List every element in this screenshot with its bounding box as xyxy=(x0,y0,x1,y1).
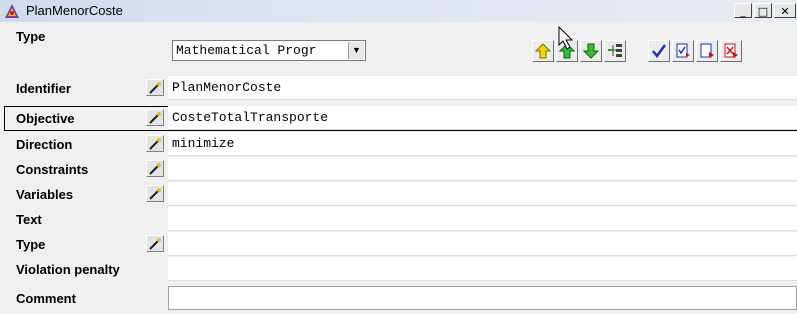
magic-wand-icon xyxy=(149,163,161,175)
window-title: PlanMenorCoste xyxy=(26,3,123,18)
cancel-document-icon xyxy=(724,43,738,58)
attribute-row-variables[interactable]: Variables xyxy=(0,182,797,207)
attribute-row-direction[interactable]: Direction minimize xyxy=(0,132,797,157)
app-logo-icon xyxy=(5,4,19,18)
type-select[interactable]: Mathematical Progr ▼ xyxy=(172,40,366,61)
tree-button[interactable] xyxy=(604,40,626,62)
attribute-value-field[interactable]: PlanMenorCoste xyxy=(168,76,797,100)
attribute-row-identifier[interactable]: Identifier PlanMenorCoste xyxy=(0,76,797,101)
attribute-value-field[interactable] xyxy=(168,232,797,256)
check-document-button[interactable] xyxy=(672,40,694,62)
close-button[interactable]: ✕ xyxy=(774,3,796,18)
title-bar[interactable]: PlanMenorCoste _ □ ✕ xyxy=(0,0,797,23)
magic-wand-icon xyxy=(149,82,161,94)
export-icon xyxy=(700,43,714,58)
tree-icon xyxy=(608,44,622,57)
edit-wand-button[interactable] xyxy=(146,79,164,96)
attribute-row-comment[interactable]: Comment xyxy=(0,286,797,311)
edit-wand-button[interactable] xyxy=(146,185,164,202)
attribute-label: Variables xyxy=(16,187,74,202)
magic-wand-icon xyxy=(149,138,161,150)
attribute-label: Comment xyxy=(16,291,76,306)
attribute-row-constraints[interactable]: Constraints xyxy=(0,157,797,182)
edit-wand-button[interactable] xyxy=(146,109,164,126)
type-select-value: Mathematical Progr xyxy=(176,43,317,58)
move-up-button[interactable] xyxy=(532,40,554,62)
attribute-label: Identifier xyxy=(16,81,71,96)
attribute-value-field[interactable]: CosteTotalTransporte xyxy=(168,106,797,130)
move-up-icon xyxy=(535,43,551,59)
move-down-button[interactable] xyxy=(580,40,602,62)
attribute-label: Violation penalty xyxy=(16,262,120,277)
attribute-value-field[interactable]: minimize xyxy=(168,132,797,156)
move-down-icon xyxy=(583,43,599,59)
type-label: Type xyxy=(16,29,46,44)
maximize-button[interactable]: □ xyxy=(754,3,772,18)
magic-wand-icon xyxy=(149,188,161,200)
export-button[interactable] xyxy=(696,40,718,62)
check-button[interactable] xyxy=(648,40,670,62)
cancel-document-button[interactable] xyxy=(720,40,742,62)
attribute-row-type[interactable]: Type xyxy=(0,232,797,257)
attribute-value-field[interactable] xyxy=(168,157,797,181)
attribute-label: Type xyxy=(16,237,46,252)
magic-wand-icon xyxy=(149,238,161,250)
attribute-label: Direction xyxy=(16,137,73,152)
minimize-button[interactable]: _ xyxy=(734,3,752,18)
edit-wand-button[interactable] xyxy=(146,135,164,152)
check-document-icon xyxy=(676,43,690,58)
attribute-value-field[interactable] xyxy=(168,286,797,310)
attribute-value-field[interactable] xyxy=(168,257,797,281)
edit-wand-button[interactable] xyxy=(146,160,164,177)
check-icon xyxy=(652,44,667,59)
edit-wand-button[interactable] xyxy=(146,235,164,252)
attribute-label: Objective xyxy=(16,111,75,126)
attribute-row-violation-penalty[interactable]: Violation penalty xyxy=(0,257,797,282)
attribute-row-objective[interactable]: Objective CosteTotalTransporte xyxy=(0,106,797,131)
attribute-value-field[interactable] xyxy=(168,182,797,206)
attribute-value-field[interactable] xyxy=(168,207,797,231)
mouse-cursor-icon xyxy=(558,26,574,50)
attribute-label: Text xyxy=(16,212,42,227)
attribute-row-text[interactable]: Text xyxy=(0,207,797,232)
magic-wand-icon xyxy=(149,112,161,124)
attribute-label: Constraints xyxy=(16,162,89,177)
chevron-down-icon[interactable]: ▼ xyxy=(348,42,364,59)
